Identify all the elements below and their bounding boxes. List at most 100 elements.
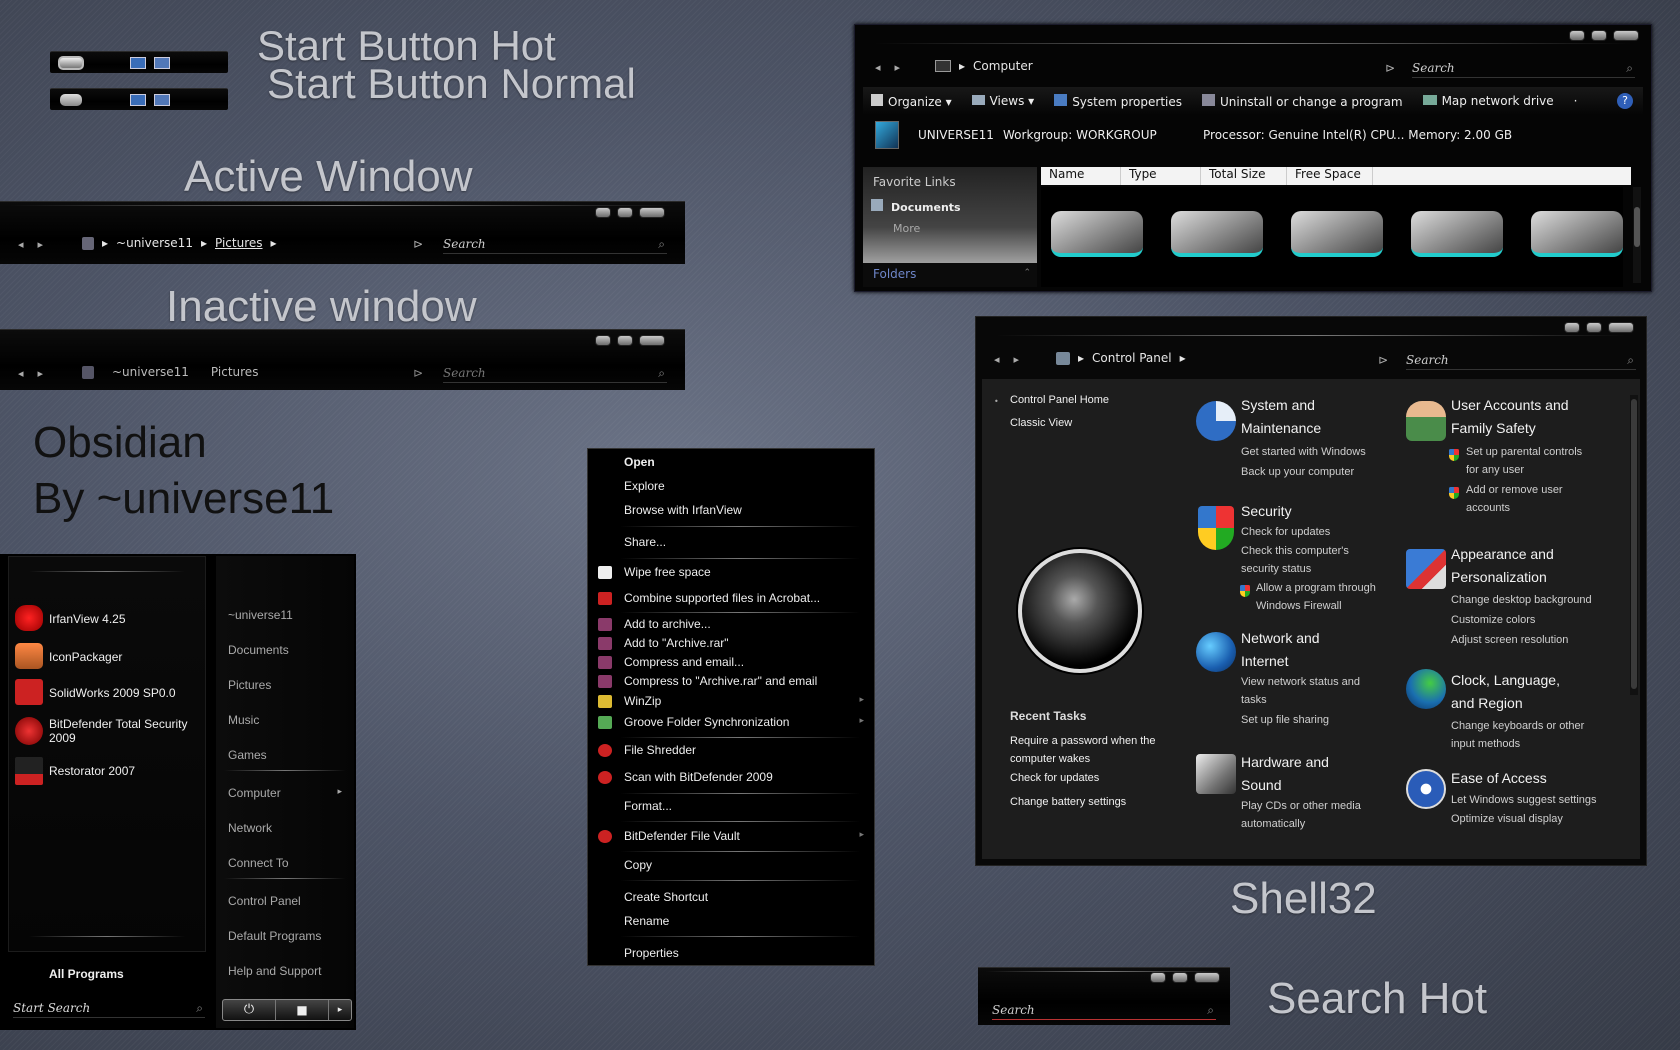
lock-button[interactable]: ■ bbox=[276, 1000, 329, 1020]
program-restorator[interactable]: Restorator 2007 bbox=[13, 757, 203, 785]
optimize-display-link[interactable]: Optimize visual display bbox=[1451, 810, 1563, 828]
breadcrumb-user[interactable]: ~universe11 bbox=[116, 236, 193, 250]
control-panel-home-link[interactable]: Control Panel Home bbox=[1010, 394, 1109, 406]
parental-controls-link[interactable]: Set up parental controls bbox=[1466, 443, 1582, 461]
recent-task-1[interactable]: Require a password when the computer wak… bbox=[1010, 732, 1170, 768]
power-button[interactable]: ⏻ bbox=[223, 1000, 276, 1020]
help-support-link[interactable]: Help and Support bbox=[228, 964, 321, 978]
menu-item-create-shortcut[interactable]: Create Shortcut bbox=[588, 888, 874, 908]
minimize-button[interactable] bbox=[1564, 322, 1580, 333]
menu-item-open[interactable]: Open bbox=[588, 453, 874, 473]
search-input[interactable]: Search ⌕ bbox=[1412, 61, 1635, 78]
clock-language-title[interactable]: Clock, Language, bbox=[1451, 669, 1560, 691]
hard-drive-icon[interactable] bbox=[1051, 211, 1143, 257]
menu-item-rename[interactable]: Rename bbox=[588, 912, 874, 932]
back-icon[interactable]: ◂ bbox=[875, 61, 881, 74]
network-title[interactable]: Network and bbox=[1241, 627, 1320, 649]
ease-of-access-title[interactable]: Ease of Access bbox=[1451, 767, 1547, 789]
maximize-button[interactable] bbox=[1586, 322, 1602, 333]
forward-icon[interactable]: ▸ bbox=[38, 367, 44, 380]
refresh-icon[interactable]: ⊳ bbox=[413, 237, 423, 251]
backup-link[interactable]: Back up your computer bbox=[1241, 463, 1354, 481]
program-bitdefender[interactable]: BitDefender Total Security 2009 bbox=[13, 715, 203, 749]
menu-item-explore[interactable]: Explore bbox=[588, 477, 874, 497]
views-button[interactable]: Views ▾ bbox=[971, 94, 1034, 108]
file-sharing-link[interactable]: Set up file sharing bbox=[1241, 711, 1329, 729]
minimize-button[interactable] bbox=[595, 207, 611, 218]
change-keyboards-link[interactable]: Change keyboards or other bbox=[1451, 717, 1584, 735]
pictures-link[interactable]: Pictures bbox=[228, 678, 271, 692]
network-drive-icon[interactable] bbox=[1531, 211, 1623, 257]
menu-item-compress-email[interactable]: Compress and email... bbox=[588, 653, 874, 673]
folders-toggle[interactable]: Folders bbox=[873, 267, 916, 281]
system-properties-button[interactable]: System properties bbox=[1054, 93, 1182, 109]
classic-view-link[interactable]: Classic View bbox=[1010, 417, 1072, 429]
hard-drive-icon[interactable] bbox=[1171, 211, 1263, 257]
network-drive-icon[interactable] bbox=[1411, 211, 1503, 257]
close-button[interactable] bbox=[1194, 972, 1220, 983]
system-maintenance-title[interactable]: System and bbox=[1241, 394, 1315, 416]
menu-item-add-archive[interactable]: Add to archive... bbox=[588, 615, 874, 635]
start-search-input[interactable]: Start Search ⌕ bbox=[13, 1001, 205, 1018]
scrollbar[interactable] bbox=[1630, 395, 1638, 695]
menu-item-copy[interactable]: Copy bbox=[588, 856, 874, 876]
close-button[interactable] bbox=[1613, 30, 1639, 41]
breadcrumb-computer[interactable]: Computer bbox=[973, 59, 1033, 73]
documents-link[interactable]: Documents bbox=[871, 199, 961, 214]
col-free-space[interactable]: Free Space bbox=[1287, 167, 1373, 185]
search-input-hot[interactable]: Search ⌕ bbox=[992, 1003, 1216, 1020]
documents-link[interactable]: Documents bbox=[228, 643, 289, 657]
maximize-button[interactable] bbox=[1172, 972, 1188, 983]
organize-button[interactable]: Organize ▾ bbox=[871, 93, 952, 109]
get-started-link[interactable]: Get started with Windows bbox=[1241, 443, 1366, 461]
forward-icon[interactable]: ▸ bbox=[1014, 353, 1020, 366]
start-button-hot[interactable] bbox=[58, 56, 84, 70]
map-network-drive-button[interactable]: Map network drive bbox=[1422, 94, 1554, 108]
menu-item-compress-rar-email[interactable]: Compress to "Archive.rar" and email bbox=[588, 672, 874, 692]
breadcrumb-pictures[interactable]: Pictures bbox=[211, 365, 259, 379]
back-icon[interactable]: ◂ bbox=[18, 238, 24, 251]
search-input[interactable]: Search ⌕ bbox=[443, 237, 667, 254]
uninstall-program-button[interactable]: Uninstall or change a program bbox=[1202, 93, 1403, 109]
network-link[interactable]: Network bbox=[228, 821, 272, 835]
recent-task-3[interactable]: Change battery settings bbox=[1010, 796, 1126, 808]
menu-item-groove-sync[interactable]: Groove Folder Synchronization ▸ bbox=[588, 713, 874, 733]
menu-item-properties[interactable]: Properties bbox=[588, 944, 874, 964]
toolbar-overflow[interactable]: · bbox=[1574, 94, 1578, 108]
hardware-title[interactable]: Hardware and bbox=[1241, 751, 1329, 773]
menu-item-scan-bitdefender[interactable]: Scan with BitDefender 2009 bbox=[588, 768, 874, 788]
close-button[interactable] bbox=[1608, 322, 1634, 333]
menu-item-winzip[interactable]: WinZip ▸ bbox=[588, 692, 874, 712]
games-link[interactable]: Games bbox=[228, 748, 267, 762]
network-status-link[interactable]: View network status and bbox=[1241, 673, 1360, 691]
add-remove-users-link[interactable]: Add or remove user bbox=[1466, 481, 1563, 499]
close-button[interactable] bbox=[639, 335, 665, 346]
col-total-size[interactable]: Total Size bbox=[1201, 167, 1287, 185]
control-panel-link[interactable]: Control Panel bbox=[228, 894, 301, 908]
search-input[interactable]: Search ⌕ bbox=[443, 366, 667, 383]
refresh-icon[interactable]: ⊳ bbox=[413, 366, 423, 380]
appearance-title[interactable]: Appearance and bbox=[1451, 543, 1554, 565]
desktop-background-link[interactable]: Change desktop background bbox=[1451, 591, 1592, 609]
breadcrumb-pictures[interactable]: Pictures bbox=[215, 236, 263, 250]
refresh-icon[interactable]: ⊳ bbox=[1378, 353, 1388, 367]
breadcrumb-control-panel[interactable]: Control Panel bbox=[1092, 351, 1172, 365]
power-options-arrow[interactable]: ▸ bbox=[329, 1000, 351, 1020]
back-icon[interactable]: ◂ bbox=[994, 353, 1000, 366]
help-icon[interactable]: ? bbox=[1617, 93, 1633, 109]
play-cds-link[interactable]: Play CDs or other media bbox=[1241, 797, 1361, 815]
scrollbar[interactable] bbox=[1633, 187, 1641, 283]
more-link[interactable]: More bbox=[893, 222, 920, 235]
recent-task-2[interactable]: Check for updates bbox=[1010, 772, 1099, 784]
menu-item-browse-irfanview[interactable]: Browse with IrfanView bbox=[588, 501, 874, 521]
suggest-settings-link[interactable]: Let Windows suggest settings bbox=[1451, 791, 1597, 809]
maximize-button[interactable] bbox=[1591, 30, 1607, 41]
network-drive-icon[interactable] bbox=[1291, 211, 1383, 257]
allow-program-link[interactable]: Allow a program through bbox=[1256, 579, 1376, 597]
forward-icon[interactable]: ▸ bbox=[38, 238, 44, 251]
start-button-normal[interactable] bbox=[60, 94, 82, 106]
menu-item-wipe-free-space[interactable]: Wipe free space bbox=[588, 563, 874, 583]
security-title[interactable]: Security bbox=[1241, 500, 1292, 522]
user-folder-link[interactable]: ~universe11 bbox=[228, 608, 293, 622]
menu-item-file-shredder[interactable]: File Shredder bbox=[588, 741, 874, 761]
